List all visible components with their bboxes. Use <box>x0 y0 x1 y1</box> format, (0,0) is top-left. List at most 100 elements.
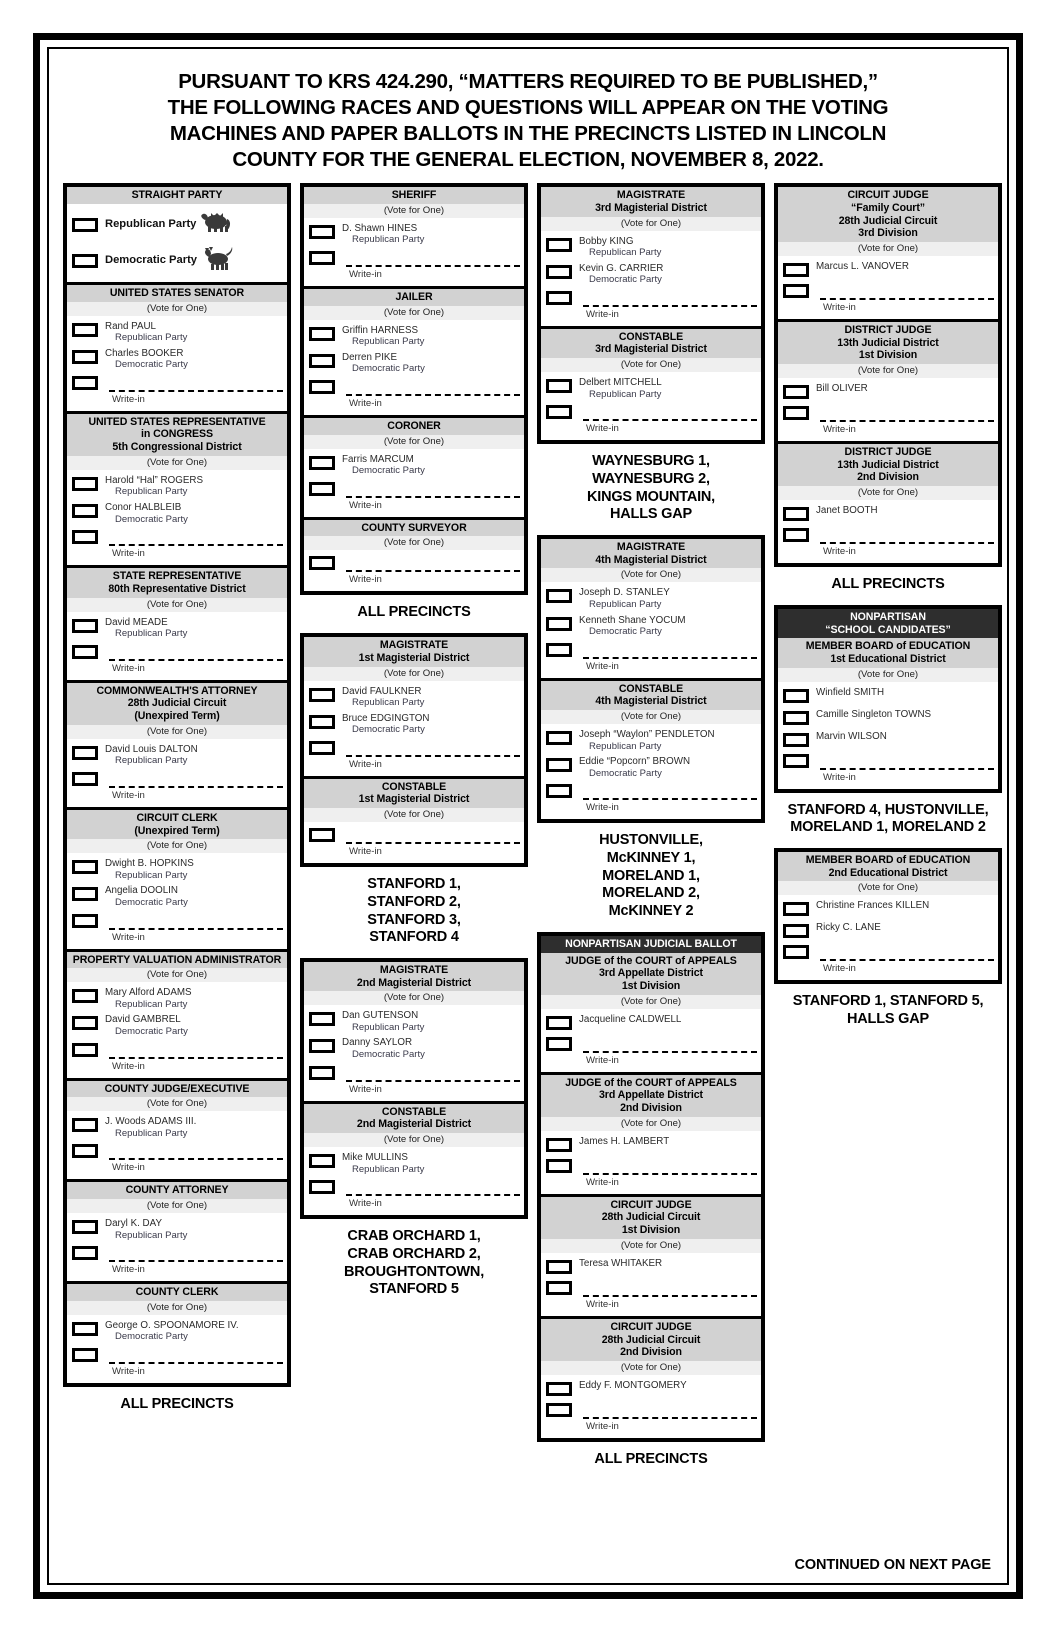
vote-checkbox[interactable] <box>783 924 809 939</box>
straight-party-option[interactable]: Democratic Party <box>67 242 287 279</box>
write-in-line[interactable] <box>346 842 520 845</box>
vote-checkbox[interactable] <box>72 349 98 364</box>
write-in-line[interactable] <box>109 389 283 392</box>
write-in-row[interactable] <box>546 1035 757 1053</box>
vote-checkbox[interactable] <box>72 476 98 491</box>
write-in-line[interactable] <box>109 658 283 661</box>
candidate-option[interactable]: Eddie “Popcorn” BROWN Democratic Party <box>541 754 761 781</box>
vote-checkbox[interactable] <box>309 224 335 239</box>
vote-checkbox[interactable] <box>546 405 572 420</box>
vote-checkbox[interactable] <box>309 687 335 702</box>
vote-checkbox[interactable] <box>309 379 335 394</box>
write-in-row[interactable] <box>72 374 283 392</box>
write-in-line[interactable] <box>109 927 283 930</box>
vote-checkbox[interactable] <box>72 1016 98 1031</box>
write-in-row[interactable] <box>309 378 520 396</box>
write-in-line[interactable] <box>583 1294 757 1297</box>
straight-party-option[interactable]: Republican Party <box>67 207 287 242</box>
vote-checkbox[interactable] <box>72 1144 98 1159</box>
candidate-option[interactable]: Camille Singleton TOWNS <box>778 707 998 729</box>
write-in-line[interactable] <box>583 1050 757 1053</box>
candidate-option[interactable]: Charles BOOKER Democratic Party <box>67 346 287 373</box>
write-in-line[interactable] <box>583 1172 757 1175</box>
write-in-row[interactable] <box>546 289 757 307</box>
candidate-option[interactable]: David Louis DALTON Republican Party <box>67 742 287 769</box>
vote-checkbox[interactable] <box>72 745 98 760</box>
candidate-option[interactable]: Griffin HARNESS Republican Party <box>304 323 524 350</box>
vote-checkbox[interactable] <box>72 218 98 233</box>
candidate-option[interactable]: Derren PIKE Democratic Party <box>304 350 524 377</box>
vote-checkbox[interactable] <box>72 771 98 786</box>
vote-checkbox[interactable] <box>309 1065 335 1080</box>
candidate-option[interactable]: Bruce EDGINGTON Democratic Party <box>304 711 524 738</box>
write-in-line[interactable] <box>109 1362 283 1364</box>
candidate-option[interactable]: Harold “Hal” ROGERS Republican Party <box>67 473 287 500</box>
write-in-row[interactable] <box>546 782 757 801</box>
candidate-option[interactable]: Kenneth Shane YOCUM Democratic Party <box>541 613 761 640</box>
vote-checkbox[interactable] <box>783 385 809 400</box>
write-in-row[interactable] <box>309 554 520 573</box>
vote-checkbox[interactable] <box>309 828 335 843</box>
candidate-option[interactable]: Angelia DOOLIN Democratic Party <box>67 883 287 910</box>
vote-checkbox[interactable] <box>72 375 98 390</box>
candidate-option[interactable]: Jacqueline CALDWELL <box>541 1012 761 1034</box>
write-in-line[interactable] <box>109 785 283 788</box>
candidate-option[interactable]: Mary Alford ADAMS Republican Party <box>67 985 287 1012</box>
candidate-option[interactable]: Conor HALBLEIB Democratic Party <box>67 500 287 527</box>
candidate-option[interactable]: James H. LAMBERT <box>541 1134 761 1156</box>
candidate-option[interactable]: Delbert MITCHELL Republican Party <box>541 375 761 402</box>
write-in-row[interactable] <box>783 526 994 545</box>
vote-checkbox[interactable] <box>783 507 809 522</box>
candidate-option[interactable]: Marcus L. VANOVER <box>778 259 998 281</box>
vote-checkbox[interactable] <box>546 758 572 773</box>
vote-checkbox[interactable] <box>72 530 98 545</box>
vote-checkbox[interactable] <box>546 1036 572 1051</box>
write-in-row[interactable] <box>783 404 994 423</box>
write-in-row[interactable] <box>72 1244 283 1263</box>
write-in-row[interactable] <box>72 770 283 788</box>
write-in-line[interactable] <box>583 1416 757 1419</box>
vote-checkbox[interactable] <box>72 860 98 875</box>
candidate-option[interactable]: Ricky C. LANE <box>778 920 998 942</box>
vote-checkbox[interactable] <box>546 1280 572 1295</box>
write-in-row[interactable] <box>546 641 757 659</box>
vote-checkbox[interactable] <box>72 618 98 633</box>
vote-checkbox[interactable] <box>72 1348 98 1362</box>
write-in-row[interactable] <box>309 480 520 498</box>
candidate-option[interactable]: Joseph D. STANLEY Republican Party <box>541 585 761 612</box>
vote-checkbox[interactable] <box>72 989 98 1004</box>
write-in-line[interactable] <box>820 297 994 300</box>
vote-checkbox[interactable] <box>309 1154 335 1168</box>
write-in-line[interactable] <box>583 304 757 307</box>
candidate-option[interactable]: Daryl K. DAY Republican Party <box>67 1216 287 1243</box>
candidate-option[interactable]: Bill OLIVER <box>778 381 998 403</box>
vote-checkbox[interactable] <box>783 902 809 917</box>
vote-checkbox[interactable] <box>546 379 572 394</box>
candidate-option[interactable]: Farris MARCUM Democratic Party <box>304 452 524 479</box>
candidate-option[interactable]: David GAMBREL Democratic Party <box>67 1012 287 1039</box>
write-in-line[interactable] <box>109 1260 283 1263</box>
write-in-line[interactable] <box>583 798 757 801</box>
candidate-option[interactable]: Rand PAUL Republican Party <box>67 319 287 346</box>
write-in-line[interactable] <box>583 656 757 659</box>
vote-checkbox[interactable] <box>783 753 809 768</box>
candidate-option[interactable]: Christine Frances KILLEN <box>778 898 998 920</box>
candidate-option[interactable]: Janet BOOTH <box>778 503 998 525</box>
write-in-line[interactable] <box>346 393 520 396</box>
write-in-row[interactable] <box>546 1279 757 1297</box>
write-in-row[interactable] <box>546 403 757 422</box>
vote-checkbox[interactable] <box>546 1381 572 1396</box>
write-in-row[interactable] <box>309 739 520 757</box>
write-in-row[interactable] <box>783 282 994 300</box>
vote-checkbox[interactable] <box>783 688 809 703</box>
candidate-option[interactable]: Joseph “Waylon” PENDLETON Republican Part… <box>541 727 761 754</box>
candidate-option[interactable]: Winfield SMITH <box>778 685 998 707</box>
candidate-option[interactable]: D. Shawn HINES Republican Party <box>304 221 524 248</box>
vote-checkbox[interactable] <box>72 1321 98 1336</box>
vote-checkbox[interactable] <box>72 1246 98 1261</box>
write-in-line[interactable] <box>346 495 520 498</box>
vote-checkbox[interactable] <box>309 1012 335 1027</box>
write-in-row[interactable] <box>783 943 994 962</box>
vote-checkbox[interactable] <box>546 1137 572 1152</box>
vote-checkbox[interactable] <box>546 642 572 657</box>
